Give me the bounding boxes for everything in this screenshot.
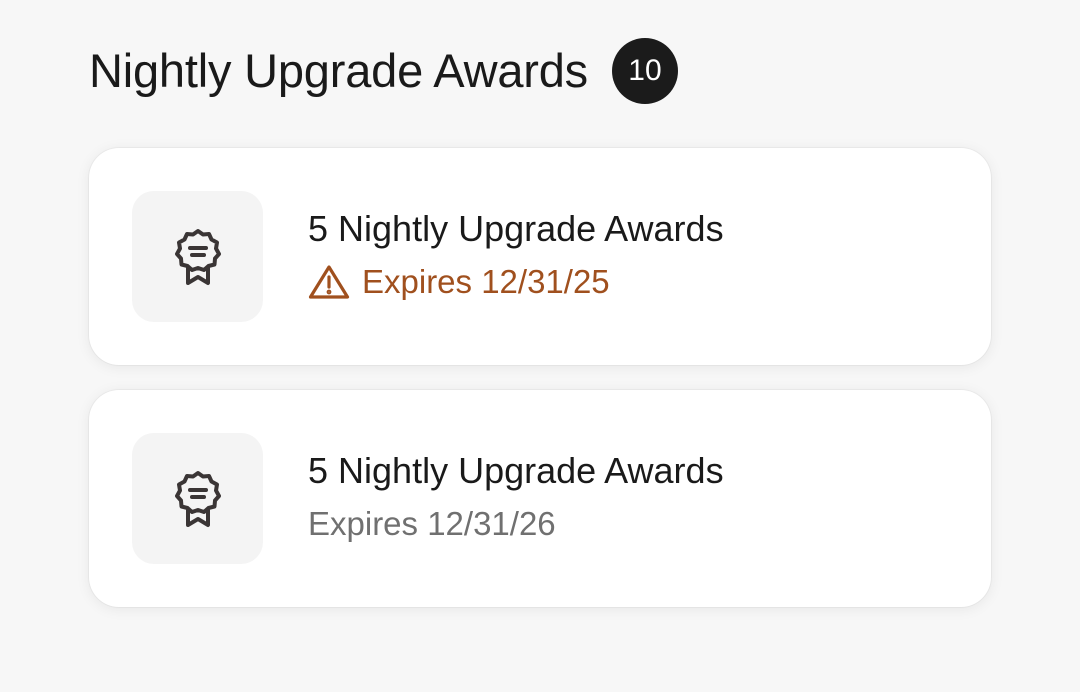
award-card-text: 5 Nightly Upgrade Awards Expires 12/31/2… [308,446,724,548]
award-card-text: 5 Nightly Upgrade Awards Expires 12/31/2… [308,204,724,306]
section-title: Nightly Upgrade Awards [89,44,588,97]
award-ribbon-icon [174,470,221,527]
award-icon-tile [132,191,263,322]
award-expiry: Expires 12/31/26 [308,500,724,548]
award-card[interactable]: 5 Nightly Upgrade Awards Expires 12/31/2… [89,390,991,607]
award-ribbon-icon [174,228,221,285]
section-header: Nightly Upgrade Awards 10 [89,38,678,104]
award-card[interactable]: 5 Nightly Upgrade Awards Expires 12/31/2… [89,148,991,365]
award-title: 5 Nightly Upgrade Awards [308,450,724,491]
warning-triangle-icon [308,265,350,299]
award-expiry-text: Expires 12/31/26 [308,505,556,542]
award-expiry-text: Expires 12/31/25 [362,263,610,300]
count-badge: 10 [611,38,678,104]
award-icon-tile [132,433,263,564]
awards-section: Nightly Upgrade Awards 10 5 Nightly Upgr… [0,0,1080,692]
award-expiry: Expires 12/31/25 [308,258,724,306]
award-title: 5 Nightly Upgrade Awards [308,208,724,249]
